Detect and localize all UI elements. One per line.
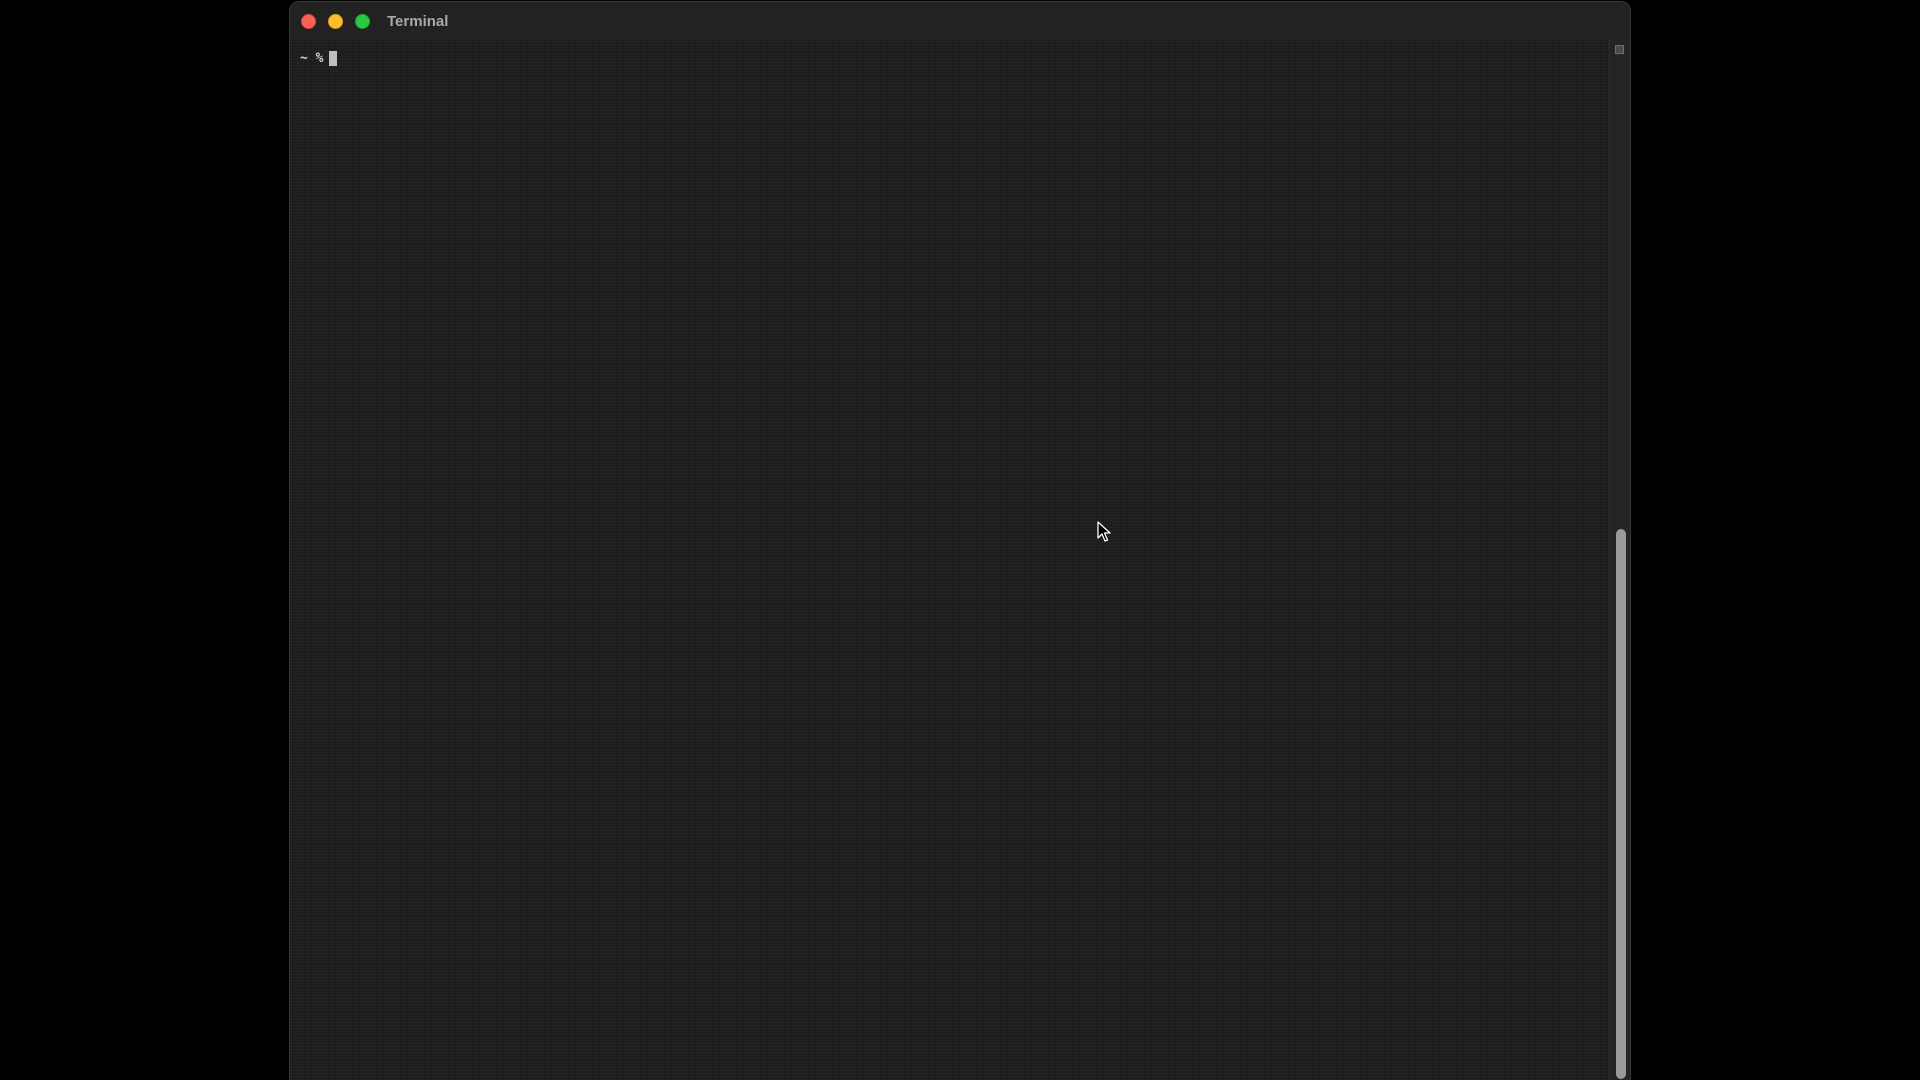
terminal-content[interactable]: ~ % — [290, 40, 1611, 1080]
text-cursor — [329, 51, 338, 66]
title-bar[interactable]: Terminal — [290, 2, 1630, 40]
vertical-scrollbar[interactable] — [1609, 40, 1630, 1080]
split-pane-icon[interactable] — [1615, 45, 1624, 54]
terminal-window[interactable]: Terminal ~ % — [289, 1, 1631, 1080]
desktop: Terminal ~ % — [0, 0, 1920, 1080]
mouse-pointer-icon — [1097, 521, 1111, 542]
window-title: Terminal — [387, 13, 449, 30]
minimize-icon[interactable] — [328, 14, 343, 29]
scrollbar-thumb[interactable] — [1616, 529, 1626, 1079]
prompt-line: ~ % — [300, 50, 338, 67]
zoom-icon[interactable] — [355, 14, 370, 29]
close-icon[interactable] — [301, 14, 316, 29]
prompt-text: ~ % — [300, 51, 324, 66]
